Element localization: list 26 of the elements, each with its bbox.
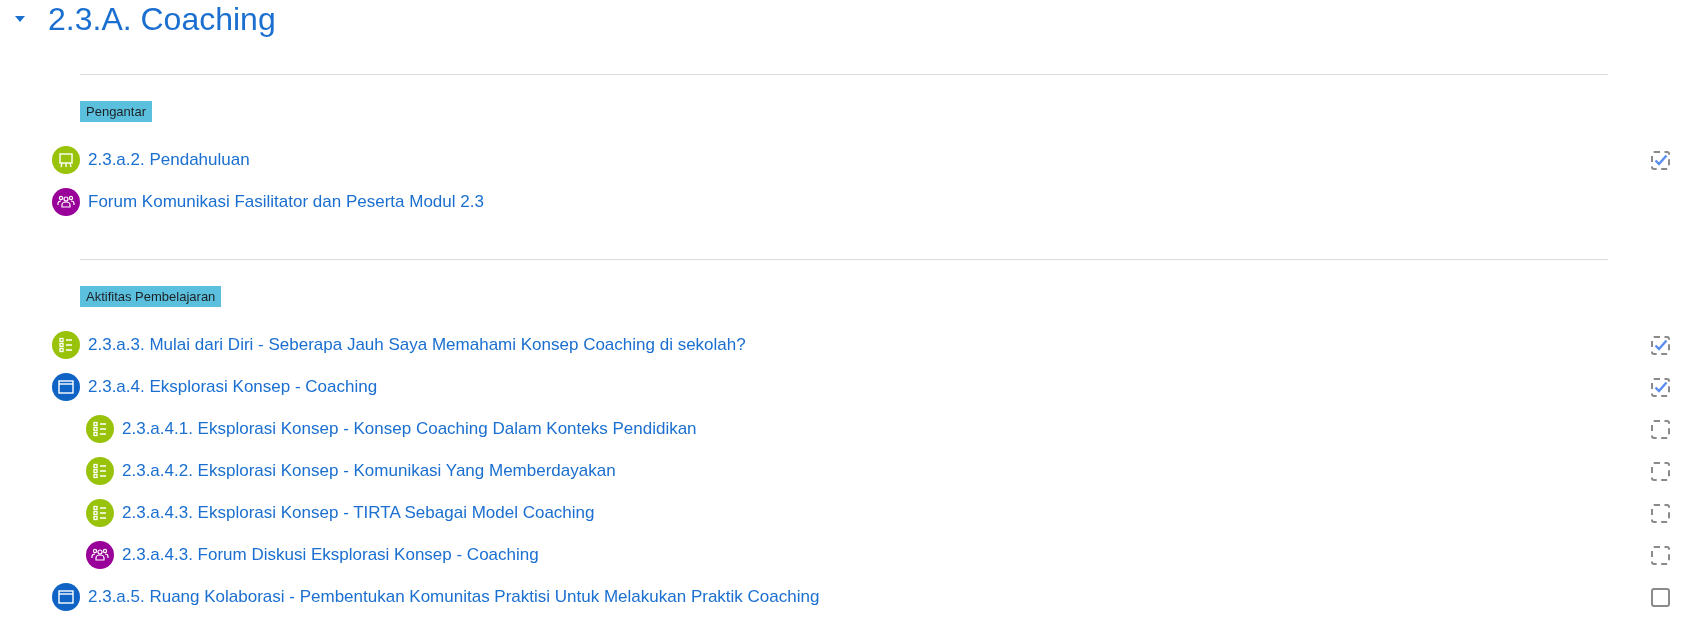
activity-link[interactable]: 2.3.a.4.2. Eksplorasi Konsep - Komunikasi Yang Memberdayakan [122, 458, 616, 484]
activity-link[interactable]: Forum Komunikasi Fasilitator dan Peserta Modul 2.3 [88, 189, 484, 215]
presentation-board-icon [52, 146, 80, 174]
activity-link[interactable]: 2.3.a.4. Eksplorasi Konsep - Coaching [88, 374, 378, 400]
activity-link[interactable]: 2.3.a.2. Pendahuluan [88, 147, 250, 173]
section-title: 2.3.A. Coaching [48, 0, 276, 39]
completion-checkbox[interactable] [1651, 587, 1670, 607]
activity-link[interactable]: 2.3.a.4.3. Eksplorasi Konsep - TIRTA Sebagai Model Coaching [122, 500, 595, 526]
section-label: Aktifitas Pembelajaran [80, 286, 222, 307]
checklist-icon [86, 499, 114, 527]
section-label: Pengantar [80, 101, 152, 122]
checklist-icon [86, 415, 114, 443]
browser-window-icon [52, 373, 80, 401]
activity-link[interactable]: 2.3.a.4.1. Eksplorasi Konsep - Konsep Coaching Dalam Konteks Pendidikan [122, 416, 697, 442]
browser-window-icon [52, 583, 80, 611]
checklist-icon [86, 457, 114, 485]
activity-link[interactable]: 2.3.a.3. Mulai dari Diri - Seberapa Jauh Saya Memahami Konsep Coaching di sekolah? [88, 332, 746, 358]
activity-link[interactable]: 2.3.a.5. Ruang Kolaborasi - Pembentukan Komunitas Praktisi Untuk Melakukan Praktik Coaching [88, 584, 820, 610]
checkmark-icon [1653, 339, 1668, 351]
checkmark-icon [1653, 154, 1668, 166]
checklist-icon [52, 331, 80, 359]
people-group-icon [86, 541, 114, 569]
activity-link[interactable]: 2.3.a.4.3. Forum Diskusi Eksplorasi Konsep - Coaching [122, 542, 539, 568]
collapse-caret-icon[interactable] [14, 15, 26, 23]
checkmark-icon [1653, 381, 1668, 393]
people-group-icon [52, 188, 80, 216]
